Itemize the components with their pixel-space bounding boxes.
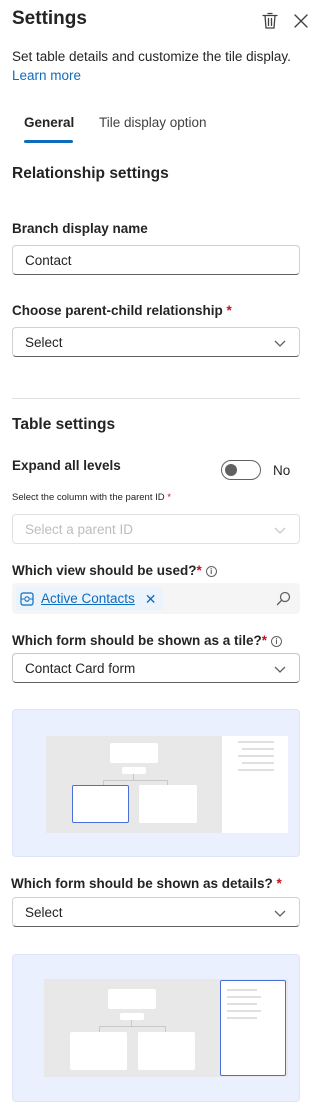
view-icon <box>20 591 34 606</box>
preview-tree-line <box>103 780 167 781</box>
details-form-value: Select <box>25 904 63 920</box>
view-tag: Active Contacts ✕ <box>16 587 163 610</box>
preview-details-pane <box>222 736 288 833</box>
search-icon[interactable] <box>276 591 291 611</box>
tile-preview <box>12 709 300 857</box>
required-mark: * <box>167 492 171 503</box>
chevron-down-icon <box>274 340 286 347</box>
expand-all-levels-toggle[interactable] <box>221 460 261 480</box>
tab-active-indicator <box>24 140 73 143</box>
preview-child-tile <box>70 1032 127 1070</box>
branch-display-name-label: Branch display name <box>12 221 148 236</box>
parent-child-relationship-value: Select <box>25 334 63 350</box>
preview-line <box>227 1010 261 1012</box>
relationship-settings-heading: Relationship settings <box>12 165 169 182</box>
tile-form-dropdown[interactable]: Contact Card form <box>12 653 300 683</box>
preview-line <box>227 996 261 998</box>
preview-line <box>242 748 274 750</box>
preview-line <box>238 769 274 771</box>
view-tag-label[interactable]: Active Contacts <box>41 591 135 606</box>
required-mark: * <box>276 876 282 891</box>
close-icon[interactable] <box>290 10 312 32</box>
tile-form-label-text: Which form should be shown as a tile? <box>12 633 262 648</box>
parent-id-placeholder: Select a parent ID <box>25 521 134 537</box>
preview-line <box>227 989 257 991</box>
preview-parent-tile <box>110 743 158 763</box>
preview-connector-tile <box>120 1013 144 1020</box>
preview-child-tile <box>138 1032 195 1070</box>
expand-all-levels-label: Expand all levels <box>12 458 121 473</box>
preview-connector-tile <box>122 767 146 774</box>
trash-icon[interactable] <box>259 10 281 32</box>
preview-selected-tile <box>72 785 129 823</box>
tile-form-label: Which form should be shown as a tile?* i <box>12 633 283 648</box>
preview-tree-line <box>99 1026 165 1027</box>
preview-canvas <box>44 979 288 1077</box>
preview-line <box>238 755 274 757</box>
chevron-down-icon <box>274 666 286 673</box>
required-mark: * <box>261 633 268 648</box>
required-mark: * <box>196 563 202 578</box>
section-divider <box>12 398 300 399</box>
expand-all-levels-state: No <box>273 463 291 478</box>
branch-display-name-value: Contact <box>25 252 72 268</box>
details-form-label: Which form should be shown as details? * <box>11 876 282 891</box>
parent-child-relationship-label: Choose parent-child relationship * <box>12 303 232 318</box>
tile-form-value: Contact Card form <box>25 660 136 676</box>
remove-tag-icon[interactable]: ✕ <box>145 592 157 606</box>
chevron-down-icon <box>274 910 286 917</box>
table-settings-heading: Table settings <box>12 416 116 433</box>
branch-display-name-input[interactable]: Contact <box>12 245 300 275</box>
details-preview <box>12 954 300 1102</box>
panel-title: Settings <box>12 8 87 29</box>
info-icon[interactable]: i <box>271 635 283 647</box>
view-label-text: Which view should be used? <box>12 563 197 578</box>
chevron-down-icon <box>274 527 286 534</box>
toggle-knob <box>225 464 237 476</box>
required-mark: * <box>226 303 232 318</box>
tab-tile-display-option[interactable]: Tile display option <box>99 113 207 132</box>
preview-line <box>238 741 274 743</box>
panel-description: Set table details and customize the tile… <box>12 49 291 64</box>
parent-id-label: Select the column with the parent ID * <box>12 492 171 503</box>
learn-more-link[interactable]: Learn more <box>12 66 81 85</box>
preview-selected-details-pane <box>220 980 286 1076</box>
preview-line <box>242 762 274 764</box>
info-icon[interactable]: i <box>205 565 217 577</box>
preview-line <box>227 1017 257 1019</box>
parent-child-relationship-text: Choose parent-child relationship <box>12 303 223 318</box>
preview-canvas <box>46 736 288 833</box>
preview-child-tile <box>139 785 197 823</box>
tab-general[interactable]: General <box>24 113 74 132</box>
details-form-dropdown[interactable]: Select <box>12 897 300 927</box>
details-form-label-text: Which form should be shown as details? <box>11 876 273 891</box>
view-label: Which view should be used?* i <box>12 563 217 578</box>
preview-line <box>227 1003 257 1005</box>
preview-parent-tile <box>108 989 156 1009</box>
parent-id-dropdown[interactable]: Select a parent ID <box>12 514 300 544</box>
parent-child-relationship-dropdown[interactable]: Select <box>12 327 300 357</box>
parent-id-label-text: Select the column with the parent ID <box>12 492 165 503</box>
